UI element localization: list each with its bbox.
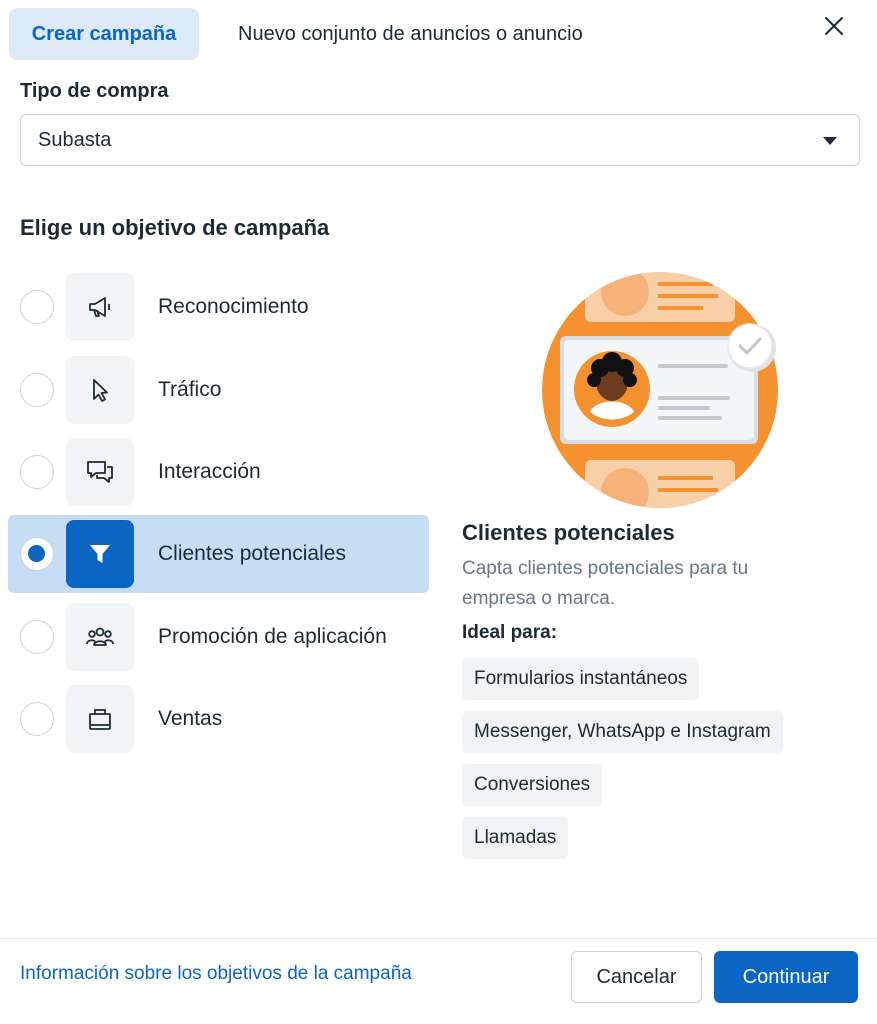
ideal-for-label: Ideal para:	[462, 622, 558, 643]
purchase-type-select[interactable]: Subasta	[20, 114, 860, 166]
ideal-for-chip: Messenger, WhatsApp e Instagram	[462, 711, 783, 753]
radio-button[interactable]	[20, 290, 54, 324]
radio-dot	[28, 545, 45, 562]
close-icon	[825, 17, 843, 35]
objective-label: Ventas	[158, 707, 223, 730]
ideal-for-chip: Formularios instantáneos	[462, 658, 700, 700]
objective-detail-title: Clientes potenciales	[462, 520, 675, 545]
megaphone-icon	[66, 273, 134, 341]
radio-button[interactable]	[20, 373, 54, 407]
funnel-icon	[66, 520, 134, 588]
radio-button[interactable]	[20, 702, 54, 736]
ideal-for-chip: Llamadas	[462, 817, 569, 859]
objective-label: Tráfico	[158, 378, 222, 401]
objectives-title: Elige un objetivo de campaña	[20, 215, 330, 240]
objective-interaccion[interactable]: Interacción	[8, 433, 429, 511]
radio-button-selected[interactable]	[20, 537, 54, 571]
shopping-bag-icon	[66, 685, 134, 753]
objective-label: Clientes potenciales	[158, 542, 346, 565]
radio-button[interactable]	[20, 455, 54, 489]
objectives-info-link[interactable]: Información sobre los objetivos de la ca…	[20, 963, 412, 985]
objective-clientes-potenciales[interactable]: Clientes potenciales	[8, 515, 429, 593]
purchase-type-value: Subasta	[38, 129, 112, 151]
header-tabs: Crear campaña Nuevo conjunto de anuncios…	[9, 8, 877, 60]
objective-reconocimiento[interactable]: Reconocimiento	[8, 268, 429, 346]
radio-button[interactable]	[20, 620, 54, 654]
objective-label: Reconocimiento	[158, 295, 309, 318]
objective-label: Promoción de aplicación	[158, 625, 387, 648]
objective-trafico[interactable]: Tráfico	[8, 351, 429, 429]
ideal-for-chip: Conversiones	[462, 764, 603, 806]
objective-detail-description: Capta clientes potenciales para tu empre…	[462, 558, 749, 609]
caret-down-icon	[823, 137, 837, 145]
cursor-icon	[66, 356, 134, 424]
chat-bubbles-icon	[66, 438, 134, 506]
objective-ventas[interactable]: Ventas	[8, 680, 429, 758]
continue-button[interactable]: Continuar	[714, 951, 858, 1003]
leads-illustration	[540, 270, 780, 510]
cancel-button[interactable]: Cancelar	[571, 951, 702, 1003]
objective-label: Interacción	[158, 460, 261, 483]
footer-divider	[0, 938, 877, 939]
objective-promocion-aplicacion[interactable]: Promoción de aplicación	[8, 598, 429, 676]
people-icon	[66, 603, 134, 671]
tab-create-campaign[interactable]: Crear campaña	[9, 8, 199, 60]
purchase-type-label: Tipo de compra	[20, 80, 169, 102]
close-button[interactable]	[820, 12, 848, 40]
tab-new-ad-set[interactable]: Nuevo conjunto de anuncios o anuncio	[238, 8, 583, 60]
